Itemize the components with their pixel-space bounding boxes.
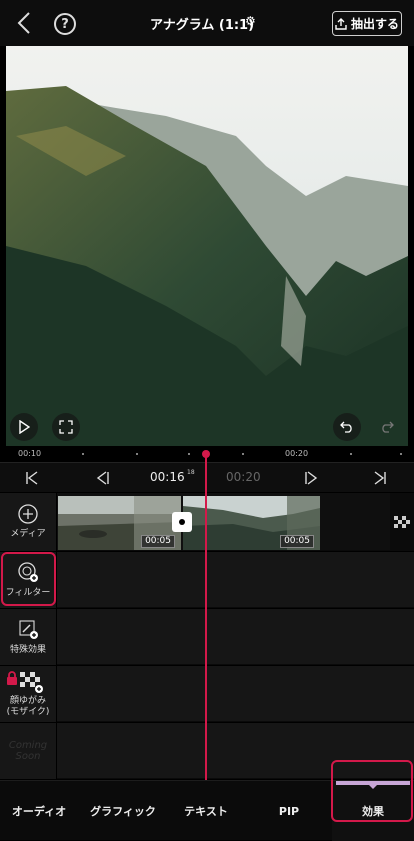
tab-graphic[interactable]: グラフィック xyxy=(80,781,166,841)
current-time: 00:16 xyxy=(150,470,185,484)
highlight-filter xyxy=(1,552,56,606)
clip-duration: 00:05 xyxy=(280,535,314,548)
skip-start-icon[interactable] xyxy=(22,469,42,487)
redo-icon[interactable] xyxy=(376,416,398,438)
clip-duration: 00:05 xyxy=(141,535,175,548)
play-button[interactable] xyxy=(10,413,38,441)
export-icon xyxy=(335,17,347,30)
back-icon[interactable] xyxy=(12,10,36,36)
media-clip-1[interactable]: 00:05 xyxy=(58,496,181,550)
prev-frame-icon[interactable] xyxy=(92,469,112,487)
sidebar-label: 顔ゆがみ xyxy=(9,695,46,706)
playhead-handle[interactable] xyxy=(202,450,210,458)
tab-text[interactable]: テキスト xyxy=(166,781,246,841)
effects-track[interactable] xyxy=(57,609,414,665)
media-clip-2[interactable]: 00:05 xyxy=(183,496,320,550)
playhead[interactable] xyxy=(205,452,207,780)
skip-end-icon[interactable] xyxy=(370,469,390,487)
ruler-tick-label: 00:20 xyxy=(285,449,309,458)
coming-soon-label: Coming Soon xyxy=(8,740,48,762)
sidebar-item-coming-soon: Coming Soon xyxy=(0,723,56,779)
export-label: 抽出する xyxy=(350,17,399,31)
sidebar-item-effects[interactable]: 特殊効果 xyxy=(0,609,56,665)
help-icon[interactable]: ? xyxy=(54,13,76,35)
filter-track[interactable] xyxy=(57,552,414,608)
transition-button[interactable] xyxy=(172,512,192,532)
mosaic-icon xyxy=(20,671,43,693)
current-frame: 18 xyxy=(187,469,195,476)
highlight-effect-tab xyxy=(331,760,413,822)
tab-audio[interactable]: オーディオ xyxy=(0,781,78,841)
project-title[interactable]: アナグラム (1:1) xyxy=(150,14,290,33)
magic-wand-icon xyxy=(19,620,38,639)
undo-icon[interactable] xyxy=(333,413,361,441)
gear-icon[interactable]: ⚙ xyxy=(245,14,256,28)
checker-icon[interactable] xyxy=(390,493,414,551)
top-bar: ? アナグラム (1:1) ⚙ 抽出する xyxy=(0,0,414,46)
sidebar-label: メディア xyxy=(10,529,46,539)
end-time: 00:20 xyxy=(226,470,261,484)
ruler-tick-label: 00:10 xyxy=(18,449,42,458)
sidebar-item-media[interactable]: メディア xyxy=(0,493,56,551)
sidebar-label: (モザイク) xyxy=(6,706,50,717)
preview-image xyxy=(6,46,408,446)
mosaic-track[interactable] xyxy=(57,666,414,722)
sidebar-item-mosaic[interactable]: 顔ゆがみ (モザイク) xyxy=(0,666,56,722)
add-media-icon xyxy=(18,504,38,524)
video-preview[interactable] xyxy=(6,46,408,446)
transport-bar: 00:16 18 00:20 xyxy=(0,462,414,492)
sidebar-label: 特殊効果 xyxy=(9,645,46,655)
tab-pip[interactable]: PIP xyxy=(250,781,328,841)
export-button[interactable]: 抽出する xyxy=(332,11,402,36)
next-frame-icon[interactable] xyxy=(302,469,322,487)
fullscreen-icon[interactable] xyxy=(52,413,80,441)
lock-icon xyxy=(7,670,17,685)
